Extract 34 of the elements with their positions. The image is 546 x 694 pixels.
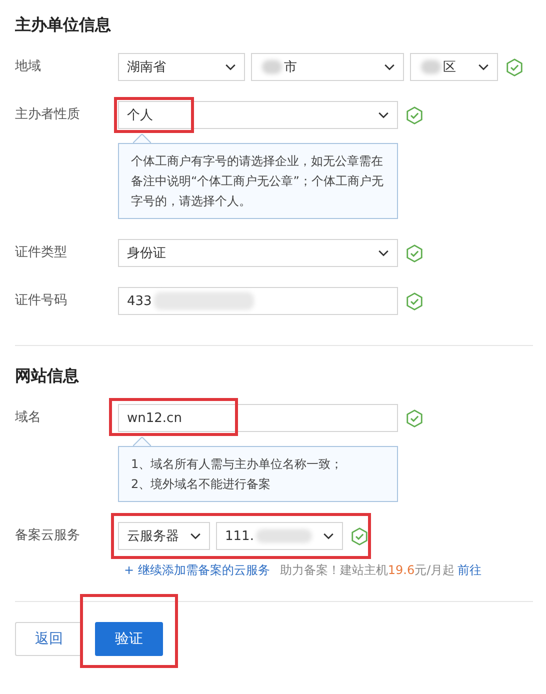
promo-text: 助力备案！建站主机 <box>280 563 388 577</box>
section-title: 网站信息 <box>15 366 80 387</box>
back-button[interactable]: 返回 <box>15 622 83 656</box>
select-field[interactable]: 111. <box>216 522 343 550</box>
price-text: 19.6 <box>388 563 415 577</box>
section-title: 主办单位信息 <box>15 15 112 36</box>
input-field[interactable]: wn12.cn <box>118 404 398 432</box>
hint-text: 个体工商户有字号的请选择企业，如无公章需在备注中说明“个体工商户无公章”；个体工商户无字号的，请选择个人。 <box>131 153 384 210</box>
select-field[interactable]: 湖南省 <box>118 53 245 81</box>
field-label: 地域 <box>15 58 42 76</box>
verify-button[interactable]: 验证 <box>95 622 163 656</box>
field-label: 证件类型 <box>15 244 68 262</box>
field-label: 证件号码 <box>15 292 68 310</box>
chevron-down-icon <box>378 112 389 118</box>
chevron-down-icon <box>384 64 395 70</box>
field-label: 主办者性质 <box>15 106 81 124</box>
chevron-down-icon <box>478 64 489 70</box>
field-label: 域名 <box>15 409 42 427</box>
chevron-down-icon <box>323 532 334 540</box>
select-field[interactable]: 个人 <box>118 101 398 129</box>
select-field[interactable]: 云服务器 <box>118 522 210 550</box>
hint-text: 2、境外域名不能进行备案 <box>131 476 272 493</box>
field-label: 备案云服务 <box>15 527 81 545</box>
select-field[interactable]: 身份证 <box>118 239 398 267</box>
hint-text: 1、域名所有人需与主办单位名称一致； <box>131 456 344 473</box>
go-link[interactable]: 前往 <box>458 563 482 577</box>
add-service-link[interactable]: + 继续添加需备案的云服务 <box>124 563 270 577</box>
chevron-down-icon <box>225 64 236 70</box>
input-field[interactable]: 433 <box>118 287 398 315</box>
chevron-down-icon <box>378 250 389 256</box>
select-field[interactable]: 市 <box>251 53 404 81</box>
select-field[interactable]: 区 <box>410 53 498 81</box>
price-unit: 元/月起 <box>414 563 455 577</box>
chevron-down-icon <box>190 532 201 540</box>
